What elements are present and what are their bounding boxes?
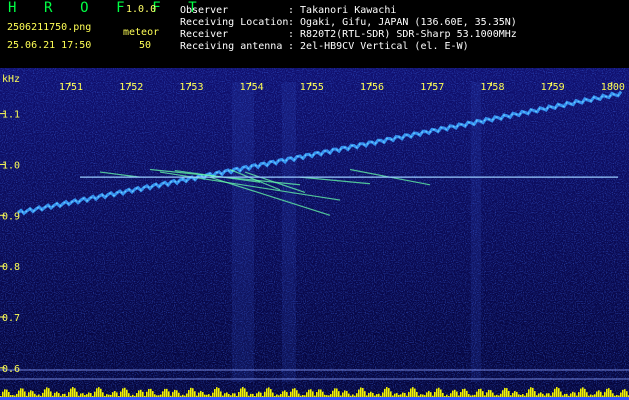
x-tick-label: 1755 (300, 82, 324, 93)
info-label-receiver: Receiver (180, 29, 229, 40)
info-value-antenna: : 2el-HB9CV Vertical (el. E-W) (288, 41, 469, 52)
x-tick-label: 1751 (59, 82, 83, 93)
header-panel: H R O F F T 1.0.0 2506211750.png 25.06.2… (0, 0, 629, 68)
info-label-observer: Observer (180, 5, 229, 16)
noise-band (282, 82, 296, 382)
y-tick-label: 1.1 (2, 110, 20, 121)
x-tick-label: 1758 (480, 82, 504, 93)
y-tick-label: 0.7 (2, 313, 20, 324)
y-axis-unit-label: kHz (2, 74, 20, 85)
info-label-location: Receiving Location (180, 17, 289, 28)
noise-band (232, 82, 254, 382)
noise-band (471, 82, 481, 382)
y-tick-label: 0.9 (2, 211, 20, 222)
info-value-location: : Ogaki, Gifu, JAPAN (136.60E, 35.35N) (288, 17, 517, 28)
meteor-count: 50 (139, 40, 152, 51)
x-tick-label: 1756 (360, 82, 384, 93)
meteor-label: meteor (123, 27, 160, 38)
waterfall-noise (0, 68, 629, 400)
y-tick-label: 0.8 (2, 262, 20, 273)
datetime-label: 25.06.21 17:50 (7, 40, 92, 51)
x-tick-label: 1753 (179, 82, 203, 93)
x-tick-label: 1752 (119, 82, 143, 93)
x-tick-label: 1757 (420, 82, 444, 93)
filename-label: 2506211750.png (7, 22, 92, 33)
info-value-receiver: : R820T2(RTL-SDR) SDR-Sharp 53.1000MHz (288, 29, 517, 40)
y-tick-label: 1.0 (2, 160, 20, 171)
info-label-antenna: Receiving antenna (180, 41, 283, 52)
app-title: H R O F F T (8, 0, 207, 16)
x-tick-label: 1800 (601, 82, 625, 93)
y-tick-label: 0.6 (2, 364, 20, 375)
x-tick-label: 1754 (240, 82, 264, 93)
info-value-observer: : Takanori Kawachi (288, 5, 397, 16)
x-tick-label: 1759 (541, 82, 565, 93)
spectrogram-waterfall: 1751 1752 1753 1754 1755 1756 1757 1758 1759 1800… (0, 68, 629, 400)
version-label: 1.0.0 (126, 4, 157, 15)
